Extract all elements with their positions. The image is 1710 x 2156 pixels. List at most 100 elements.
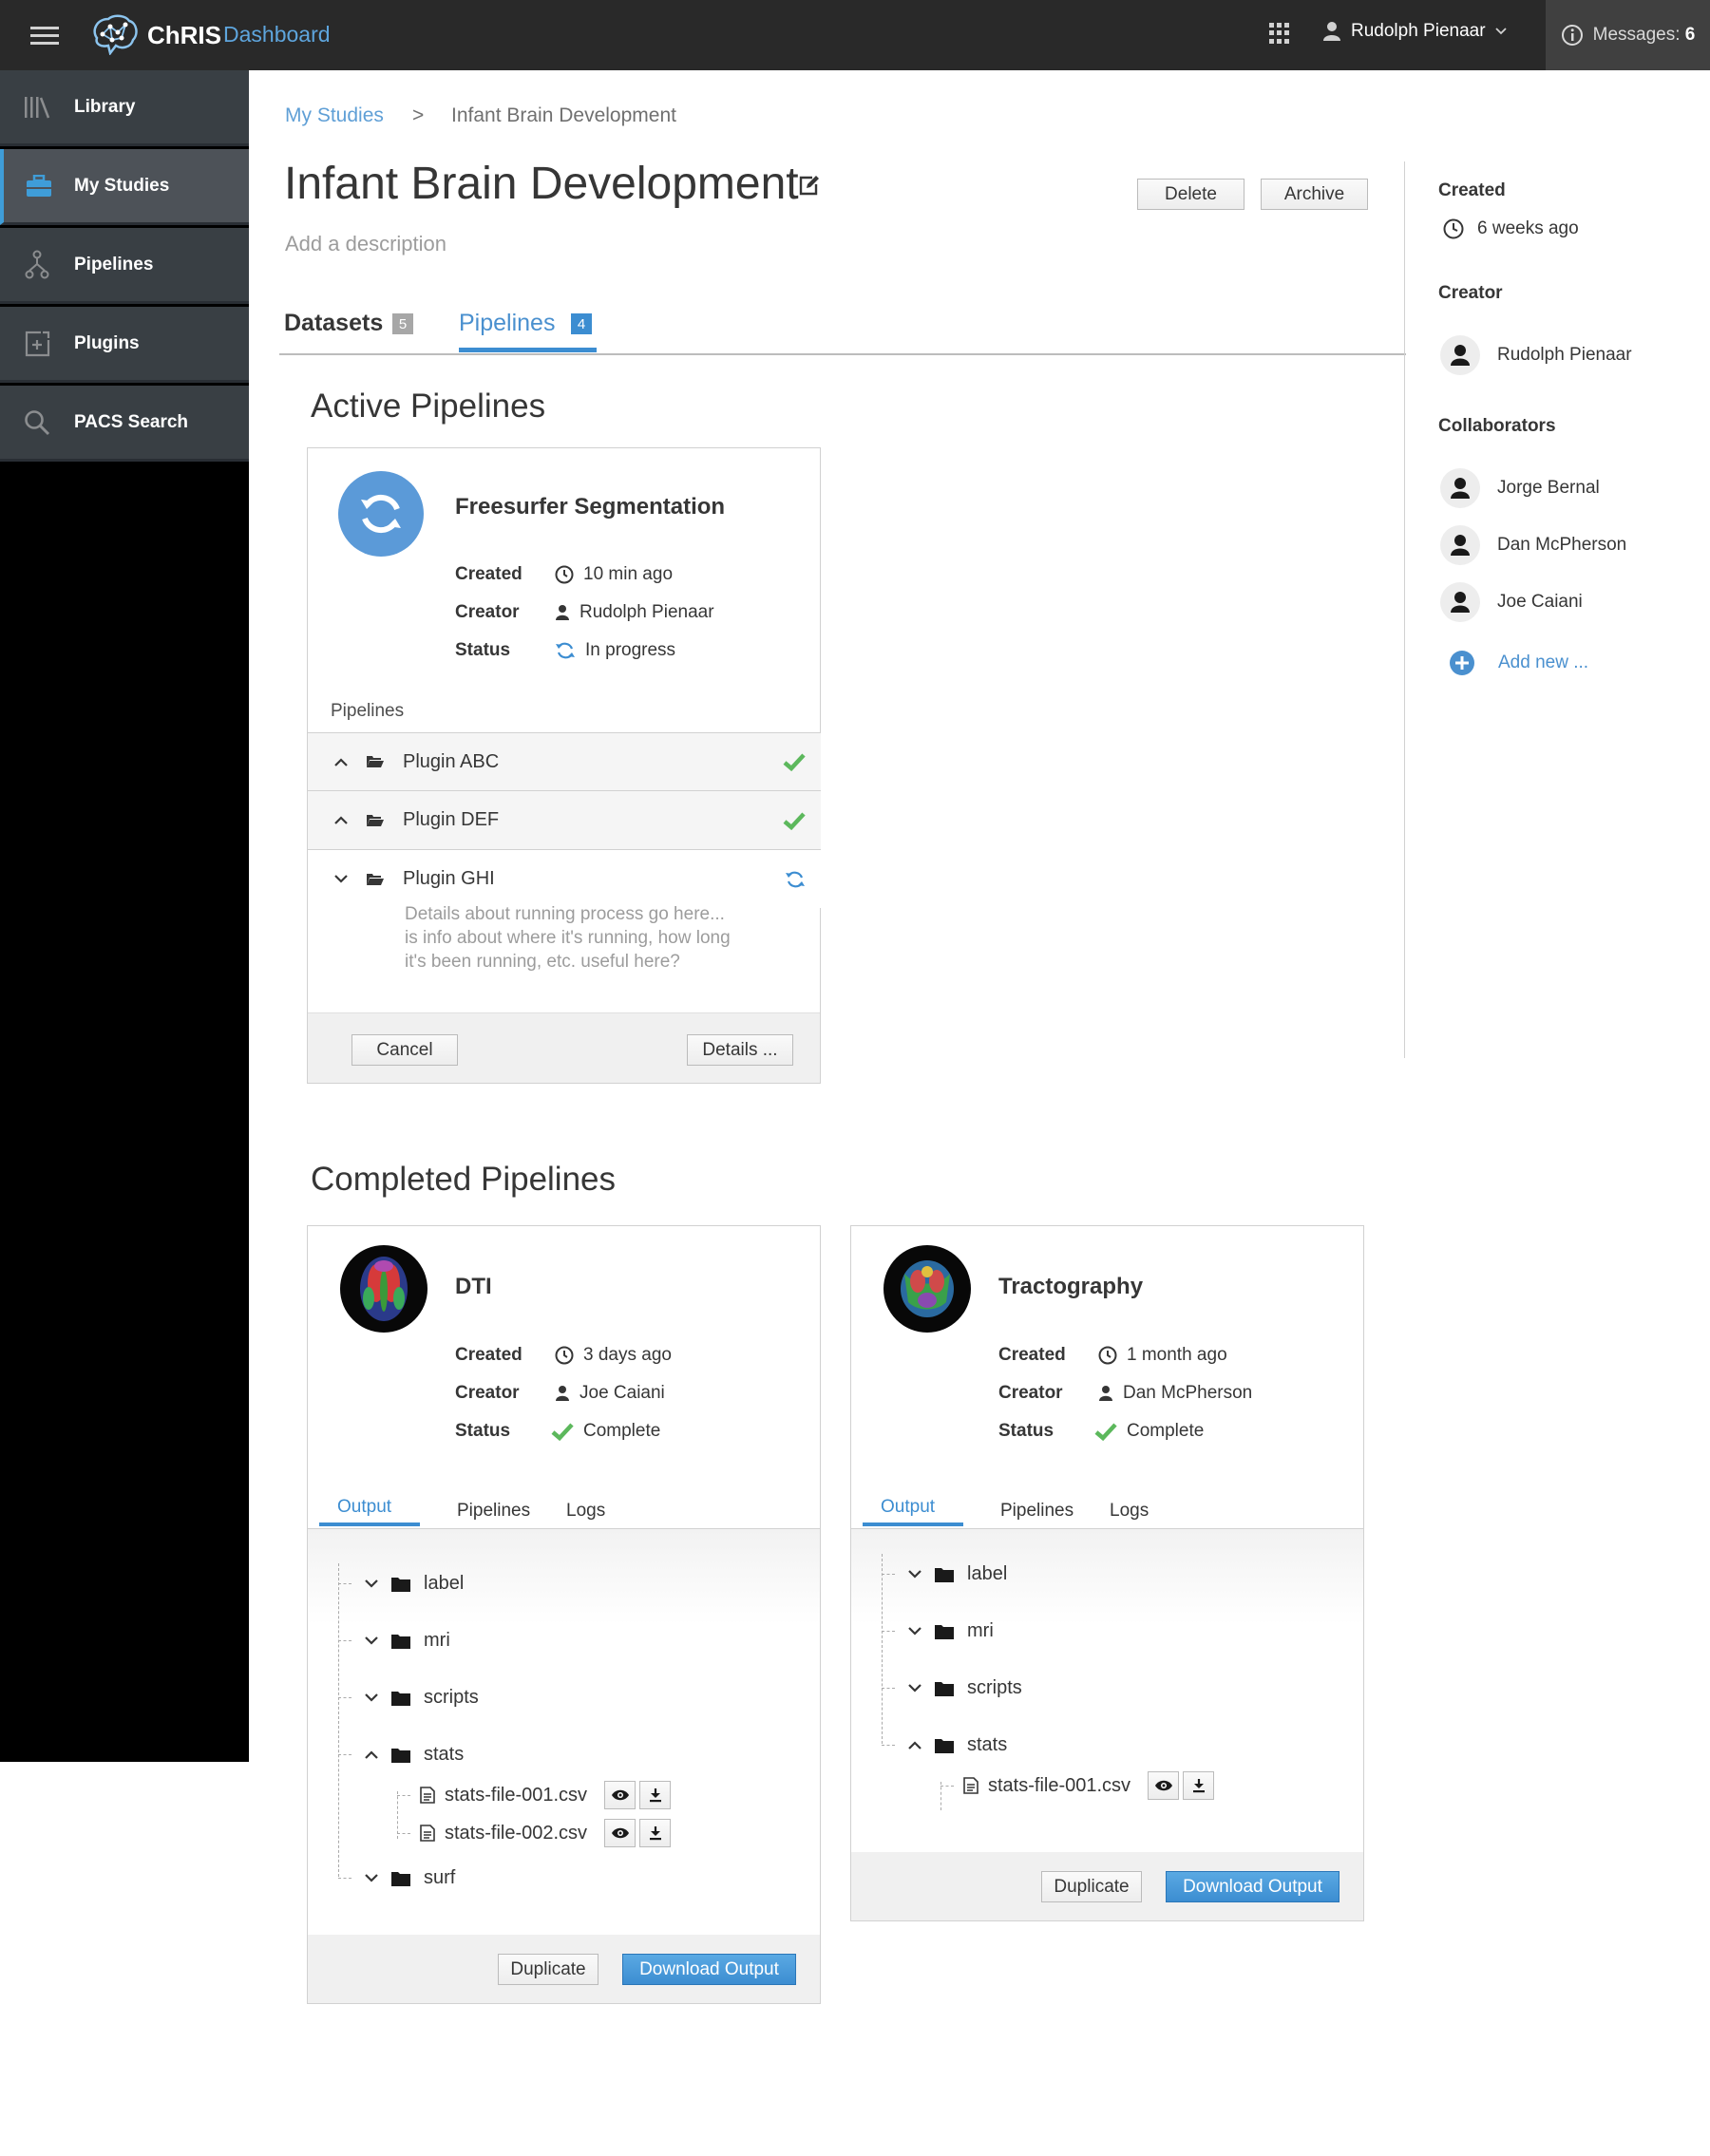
delete-button[interactable]: Delete (1137, 179, 1244, 210)
sidebar-item-pipelines[interactable]: Pipelines (0, 228, 249, 304)
folder-name: scripts (967, 1677, 1022, 1698)
created-label: Created (455, 564, 522, 584)
add-collaborator-button[interactable]: Add new ... (1449, 650, 1588, 676)
creator-label: Creator (455, 602, 520, 622)
sync-icon (338, 471, 424, 557)
folder-name: stats (424, 1744, 465, 1765)
chevron-up-icon (365, 1750, 378, 1759)
card-footer: Cancel Details ... (308, 1012, 820, 1083)
hamburger-menu-icon[interactable] (30, 22, 59, 49)
sidebar-item-library[interactable]: Library (0, 70, 249, 146)
view-file-button[interactable] (604, 1819, 636, 1847)
tree-file[interactable]: stats-file-001.csv (397, 1781, 672, 1809)
collaborator[interactable]: Dan McPherson (1440, 525, 1626, 565)
active-tab-indicator (459, 348, 597, 352)
tab-output[interactable]: Output (337, 1497, 391, 1518)
plugin-row[interactable]: Plugin DEF (308, 790, 821, 849)
duplicate-button[interactable]: Duplicate (498, 1954, 598, 1985)
tab-pipelines[interactable]: Pipelines (457, 1501, 530, 1522)
creator-label: Creator (998, 1383, 1063, 1403)
created-text: 1 month ago (1127, 1345, 1227, 1365)
brain-thumbnail (340, 1245, 428, 1333)
top-navbar: ChRIS Dashboard Rudolph Pienaar Messages… (0, 0, 1710, 70)
plugin-details-text: Details about running process go here...… (405, 902, 731, 974)
plugin-row-expanded[interactable]: Plugin GHI (308, 849, 821, 908)
search-icon (25, 409, 50, 435)
collaborator[interactable]: Jorge Bernal (1440, 468, 1600, 508)
tree-folder[interactable]: mri (338, 1630, 450, 1652)
download-file-button[interactable] (639, 1781, 672, 1809)
user-icon (556, 1386, 569, 1401)
status-value: In progress (555, 640, 675, 661)
creator-value: Dan McPherson (1098, 1383, 1252, 1404)
tab-pipelines[interactable]: Pipelines (1000, 1501, 1074, 1522)
tree-folder[interactable]: scripts (338, 1687, 479, 1709)
download-file-button[interactable] (639, 1819, 672, 1847)
folder-icon (935, 1681, 954, 1696)
avatar-icon (1440, 582, 1480, 622)
clock-icon (555, 1346, 574, 1365)
created-label: Created (455, 1345, 522, 1365)
tab-datasets[interactable]: Datasets (284, 310, 383, 337)
tree-file[interactable]: stats-file-001.csv (940, 1771, 1215, 1800)
tree-folder[interactable]: mri (882, 1620, 994, 1642)
creator-person[interactable]: Rudolph Pienaar (1440, 335, 1632, 375)
chevron-up-icon (908, 1741, 922, 1749)
person-name: Joe Caiani (1497, 592, 1583, 612)
plugin-row[interactable]: Plugin ABC (308, 732, 821, 790)
completed-pipeline-card-dti: DTI Created 3 days ago Creator Joe Caian… (307, 1225, 821, 2004)
plus-circle-icon (1450, 651, 1474, 675)
messages-button[interactable]: Messages: 6 (1546, 0, 1710, 70)
sidebar-item-my-studies[interactable]: My Studies (0, 149, 249, 225)
folder-icon (391, 1634, 410, 1649)
download-output-button[interactable]: Download Output (1166, 1871, 1340, 1902)
tree-folder-expanded[interactable]: stats (338, 1744, 464, 1766)
user-menu[interactable]: Rudolph Pienaar (1322, 21, 1507, 42)
tree-folder[interactable]: label (338, 1573, 464, 1595)
details-line: Details about running process go here... (405, 904, 725, 924)
brand-subtitle[interactable]: Dashboard (223, 22, 331, 47)
pipeline-name: DTI (455, 1274, 492, 1299)
tree-folder[interactable]: surf (338, 1867, 455, 1889)
avatar-icon (1440, 468, 1480, 508)
status-value: Complete (551, 1421, 660, 1442)
app-grid-icon[interactable] (1269, 23, 1290, 44)
tab-logs[interactable]: Logs (566, 1501, 605, 1522)
brand-name[interactable]: ChRIS (147, 21, 221, 50)
created-label: Created (998, 1345, 1066, 1365)
messages-label: Messages: (1592, 25, 1681, 45)
creator-heading: Creator (1438, 283, 1503, 303)
chevron-down-icon (908, 1627, 922, 1636)
download-file-button[interactable] (1183, 1771, 1215, 1800)
sidebar-item-plugins[interactable]: Plugins (0, 307, 249, 383)
file-icon (963, 1777, 978, 1794)
breadcrumb-my-studies[interactable]: My Studies (285, 104, 384, 127)
cancel-button[interactable]: Cancel (352, 1034, 458, 1066)
sync-icon (786, 871, 805, 887)
pipelines-icon (25, 250, 49, 278)
details-button[interactable]: Details ... (687, 1034, 793, 1066)
edit-icon[interactable] (798, 175, 821, 196)
sidebar-item-pacs-search[interactable]: PACS Search (0, 386, 249, 462)
duplicate-button[interactable]: Duplicate (1041, 1871, 1142, 1902)
file-icon (420, 1787, 435, 1804)
tree-file[interactable]: stats-file-002.csv (397, 1819, 672, 1847)
plugin-name: Plugin GHI (403, 868, 495, 889)
view-file-button[interactable] (1148, 1771, 1180, 1800)
view-file-button[interactable] (604, 1781, 636, 1809)
eye-icon (1154, 1780, 1172, 1791)
tree-folder[interactable]: scripts (882, 1677, 1022, 1699)
archive-button[interactable]: Archive (1261, 179, 1368, 210)
tree-folder-expanded[interactable]: stats (882, 1734, 1007, 1756)
folder-name: label (424, 1573, 465, 1594)
tab-pipelines[interactable]: Pipelines (459, 310, 555, 337)
tabs-divider (279, 353, 1406, 355)
tab-output[interactable]: Output (881, 1497, 935, 1518)
description-input[interactable]: Add a description (285, 232, 446, 256)
pipelines-count-badge: 4 (571, 313, 592, 334)
tab-logs[interactable]: Logs (1110, 1501, 1149, 1522)
sidebar-item-label: Plugins (74, 332, 140, 353)
collaborator[interactable]: Joe Caiani (1440, 582, 1583, 622)
tree-folder[interactable]: label (882, 1563, 1007, 1585)
download-output-button[interactable]: Download Output (622, 1954, 796, 1985)
